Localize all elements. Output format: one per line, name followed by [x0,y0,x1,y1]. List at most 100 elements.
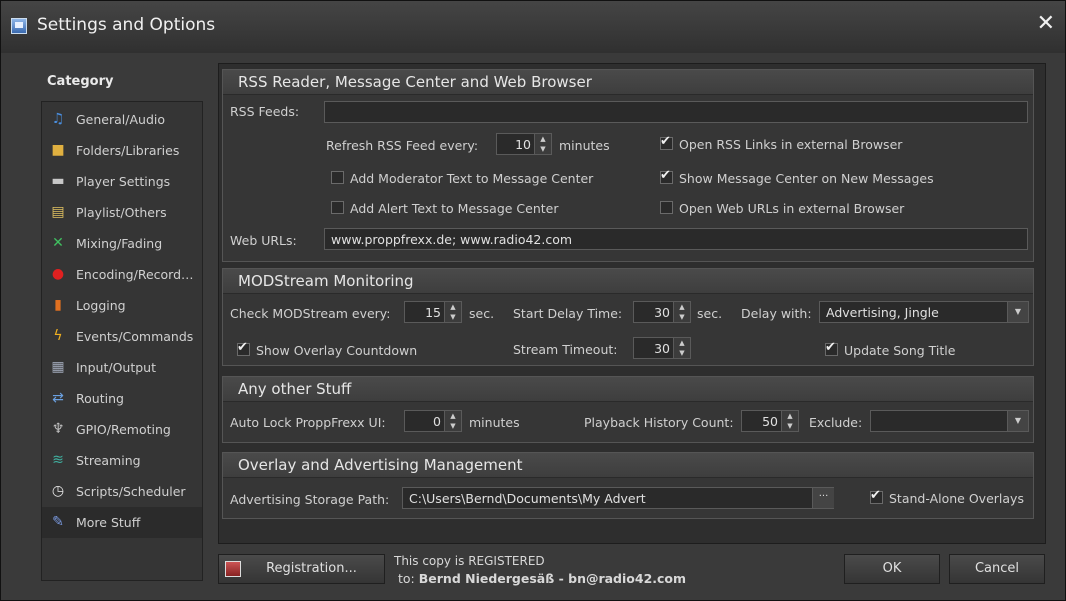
registration-button[interactable]: Registration... [218,554,385,584]
open-rss-links-checkbox[interactable]: Open RSS Links in external Browser [660,134,902,152]
exclude-dropdown[interactable]: ▼ [870,410,1029,432]
checkbox-box [331,201,344,214]
category-item[interactable]: ▤ Playlist/Others [42,197,202,228]
input-output-icon: ▦ [51,359,65,375]
player-icon: ▬ [51,173,65,189]
category-item-label: Events/Commands [76,329,194,344]
start-delay-unit: sec. [697,306,723,321]
spin-arrows-icon[interactable]: ▲ ▼ [444,302,461,322]
advertising-path-input[interactable]: C:\Users\Bernd\Documents\My Advert [402,487,834,509]
auto-lock-stepper[interactable]: 0 ▲ ▼ [404,410,462,432]
delay-with-dropdown[interactable]: Advertising, Jingle ▼ [819,301,1029,323]
playback-history-value: 50 [762,414,778,429]
refresh-unit: minutes [559,138,610,153]
record-icon: ● [51,266,65,282]
start-delay-stepper[interactable]: 30 ▲ ▼ [633,301,691,323]
registration-icon [225,561,241,577]
check-modstream-stepper[interactable]: 15 ▲ ▼ [404,301,462,323]
spin-arrows-icon[interactable]: ▲ ▼ [673,302,690,322]
show-overlay-countdown-label: Show Overlay Countdown [256,343,418,358]
category-item-label: Mixing/Fading [76,236,163,251]
category-item[interactable]: ♆ GPIO/Remoting [42,414,202,445]
auto-lock-label: Auto Lock ProppFrexx UI: [230,415,386,430]
refresh-stepper[interactable]: 10 ▲ ▼ [496,133,552,155]
web-urls-label: Web URLs: [230,233,297,248]
overlay-group-title: Overlay and Advertising Management [238,456,523,474]
show-overlay-countdown-checkbox[interactable]: Show Overlay Countdown [237,340,418,358]
modstream-group-title: MODStream Monitoring [238,272,414,290]
more-stuff-icon: ✎ [52,514,64,530]
ok-button[interactable]: OK [844,554,940,584]
checkbox-box [660,201,673,214]
rss-feeds-input[interactable] [324,101,1028,123]
checkbox-box [237,340,250,356]
spin-arrows-icon[interactable]: ▲ ▼ [781,411,798,431]
settings-window: Settings and Options ✕ Category ♫ General… [0,0,1066,601]
playback-history-stepper[interactable]: 50 ▲ ▼ [741,410,799,432]
chevron-down-icon[interactable]: ▼ [1007,411,1028,431]
check-modstream-label: Check MODStream every: [230,306,391,321]
category-item-label: Input/Output [76,360,156,375]
category-item[interactable]: ϟ Events/Commands [42,321,202,352]
other-group-title: Any other Stuff [238,380,352,398]
category-item[interactable]: ◷ Scripts/Scheduler [42,476,202,507]
add-moderator-checkbox[interactable]: Add Moderator Text to Message Center [331,171,593,186]
check-modstream-value: 15 [425,305,441,320]
chevron-down-icon[interactable]: ▼ [1007,302,1028,322]
open-web-urls-label: Open Web URLs in external Browser [679,201,905,216]
category-item[interactable]: ● Encoding/Record… [42,259,202,290]
stand-alone-overlays-label: Stand-Alone Overlays [889,491,1024,506]
cancel-button[interactable]: Cancel [949,554,1045,584]
playlist-icon: ▤ [51,204,65,220]
checkbox-box [870,488,883,504]
category-item[interactable]: ■ Folders/Libraries [42,135,202,166]
checkbox-box [660,134,673,150]
auto-lock-unit: minutes [469,415,520,430]
show-message-center-checkbox[interactable]: Show Message Center on New Messages [660,168,934,186]
app-icon [11,18,27,34]
registered-to-value: Bernd Niedergesäß - bn@radio42.com [418,571,687,586]
gpio-icon: ♆ [51,421,65,437]
category-item-label: More Stuff [76,515,141,530]
advertising-path-label: Advertising Storage Path: [230,492,390,507]
category-item-label: GPIO/Remoting [76,422,171,437]
logging-icon: ▮ [54,297,62,313]
registration-label: Registration... [266,561,357,576]
category-item-label: Playlist/Others [76,205,167,220]
auto-lock-value: 0 [433,414,441,429]
stand-alone-overlays-checkbox[interactable]: Stand-Alone Overlays [870,488,1024,506]
category-item[interactable]: ♫ General/Audio [42,104,202,135]
stream-timeout-stepper[interactable]: 30 ▲ ▼ [633,337,691,359]
start-delay-label: Start Delay Time: [513,306,623,321]
category-item[interactable]: ▬ Player Settings [42,166,202,197]
add-alert-checkbox[interactable]: Add Alert Text to Message Center [331,201,559,216]
web-urls-input[interactable]: www.proppfrexx.de; www.radio42.com [324,228,1028,250]
title-bar: Settings and Options ✕ [1,1,1065,53]
category-list: ♫ General/Audio ■ Folders/Libraries ▬ Player … [41,101,203,581]
checkbox-box [825,340,838,356]
spin-arrows-icon[interactable]: ▲ ▼ [673,338,690,358]
spin-arrows-icon[interactable]: ▲ ▼ [444,411,461,431]
close-icon[interactable]: ✕ [1037,11,1055,36]
browse-button[interactable]: ··· [812,488,834,508]
category-item[interactable]: ⇄ Routing [42,383,202,414]
category-item[interactable]: ≋ Streaming [42,445,202,476]
category-item-label: Player Settings [76,174,171,189]
overlay-group-header: Overlay and Advertising Management [223,453,1033,478]
start-delay-value: 30 [654,305,670,320]
category-item[interactable]: ▮ Logging [42,290,202,321]
open-web-urls-checkbox[interactable]: Open Web URLs in external Browser [660,201,904,216]
category-item-label: Scripts/Scheduler [76,484,186,499]
category-item[interactable]: ▦ Input/Output [42,352,202,383]
window-title: Settings and Options [37,15,216,35]
delay-with-value: Advertising, Jingle [826,305,939,320]
update-song-title-label: Update Song Title [844,343,956,358]
rss-feeds-label: RSS Feeds: [230,104,300,119]
update-song-title-checkbox[interactable]: Update Song Title [825,340,956,358]
spin-arrows-icon[interactable]: ▲ ▼ [534,134,551,154]
exclude-label: Exclude: [809,415,863,430]
category-item[interactable]: ✕ Mixing/Fading [42,228,202,259]
rss-group-header: RSS Reader, Message Center and Web Brows… [223,70,1033,95]
category-item[interactable]: ✎ More Stuff [42,507,202,538]
rss-group-title: RSS Reader, Message Center and Web Brows… [238,73,592,91]
